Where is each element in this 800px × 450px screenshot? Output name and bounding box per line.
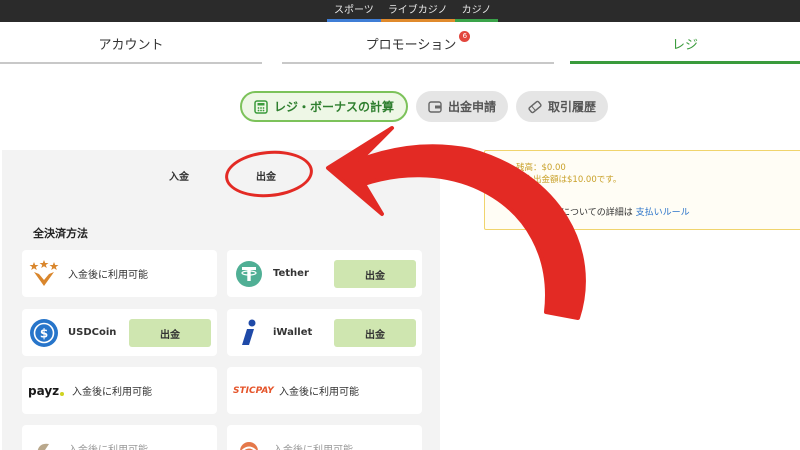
tab-promotion-underline (282, 62, 554, 64)
sticpay-logo: STICPAY (233, 375, 274, 407)
calc-button[interactable]: レジ・ボーナスの計算 (240, 91, 409, 122)
method-card-payz[interactable]: payz 入金後に利用可能 (22, 367, 217, 414)
product-nav: スポーツ ライブカジノ カジノ (327, 0, 499, 22)
nav-sports[interactable]: スポーツ (327, 0, 381, 22)
method-card-partial-2[interactable]: 入金後に利用可能 (227, 425, 422, 450)
payz-logo-text: payz (28, 383, 60, 398)
usdcoin-icon: $ (28, 317, 60, 349)
method-name: USDCoin (68, 327, 117, 338)
nav-live-casino[interactable]: ライブカジノ (380, 0, 455, 22)
tab-cashier-underline (570, 61, 800, 64)
payz-logo: payz (28, 375, 64, 407)
tab-account-underline (0, 62, 262, 64)
method-text: 入金後に利用可能 (273, 441, 353, 450)
withdraw-button[interactable]: 出金 (129, 319, 211, 347)
svg-text:$: $ (40, 326, 48, 340)
balance-text: 残高：$0.00 (516, 163, 566, 173)
withdraw-request-label: 出金申請 (448, 100, 497, 114)
withdraw-button[interactable]: 出金 (334, 319, 416, 347)
subtab-deposit-label: 入金 (169, 172, 189, 183)
main-tabs: アカウント プロモーション 6 レジ (0, 22, 800, 66)
tab-cashier-label: レジ (671, 37, 698, 53)
warning-icon: ! (493, 161, 506, 174)
method-text: 入金後に利用可能 (68, 441, 148, 450)
method-text: 入金後に利用可能 (68, 270, 148, 281)
section-title: 全決済方法 (33, 227, 88, 240)
history-button[interactable]: 取引履歴 (516, 91, 609, 122)
nav-live-casino-label: ライブカジノ (387, 5, 448, 16)
tab-account-label: アカウント (98, 37, 164, 53)
method-text: 入金後に利用可能 (279, 387, 359, 398)
tab-account[interactable]: アカウント (0, 22, 262, 64)
tab-promotion[interactable]: プロモーション 6 (282, 22, 554, 64)
withdraw-rule-text: 出金ルールについての詳細は (516, 208, 633, 218)
nav-sports-label: スポーツ (334, 5, 374, 16)
payment-rules-link[interactable]: 支払いルール (636, 208, 690, 218)
method-name: Tether (273, 268, 309, 279)
tab-cashier[interactable]: レジ (570, 22, 800, 64)
history-label: 取引履歴 (548, 100, 597, 114)
nav-casino[interactable]: カジノ (454, 0, 499, 22)
subtab-deposit[interactable]: 入金 (169, 168, 189, 183)
method-name: iWallet (273, 327, 313, 338)
calculator-icon (254, 99, 268, 114)
withdraw-rule-line: 出金ルールについての詳細は 支払いルール (516, 205, 690, 218)
sticpay-logo-text: STICPAY (233, 385, 274, 396)
method-card-usdcoin[interactable]: $ USDCoin 出金 (22, 309, 217, 356)
method-card-partial-1[interactable]: 入金後に利用可能 (22, 425, 217, 450)
nav-casino-label: カジノ (461, 5, 492, 16)
method-logo-icon (233, 433, 265, 450)
promotion-badge: 6 (459, 30, 471, 42)
iwallet-icon (233, 317, 265, 349)
method-card-tether[interactable]: Tether 出金 (227, 250, 422, 297)
withdraw-request-button[interactable]: 出金申請 (416, 91, 509, 122)
wallet-icon (428, 100, 442, 113)
cashier-actions: レジ・ボーナスの計算 出金申請 取引履歴 (240, 91, 609, 122)
tether-icon (233, 258, 265, 290)
ticket-icon (528, 100, 542, 114)
method-logo-icon (28, 433, 60, 450)
method-text: 入金後に利用可能 (72, 387, 152, 398)
method-card-iwallet[interactable]: iWallet 出金 (227, 309, 422, 356)
balance-info-box: ! 残高：$0.00 最小出金額は$10.00です。 出金ルールについての詳細は… (484, 150, 800, 230)
stars-icon (28, 258, 60, 290)
method-card-stars[interactable]: 入金後に利用可能 (22, 250, 217, 297)
min-withdraw-text: 最小出金額は$10.00です。 (516, 175, 622, 185)
tab-promotion-label: プロモーション (365, 37, 457, 53)
method-card-sticpay[interactable]: STICPAY 入金後に利用可能 (227, 367, 422, 414)
withdraw-button[interactable]: 出金 (334, 260, 416, 288)
calc-button-label: レジ・ボーナスの計算 (274, 100, 395, 114)
top-bar: スポーツ ライブカジノ カジノ (0, 0, 800, 22)
